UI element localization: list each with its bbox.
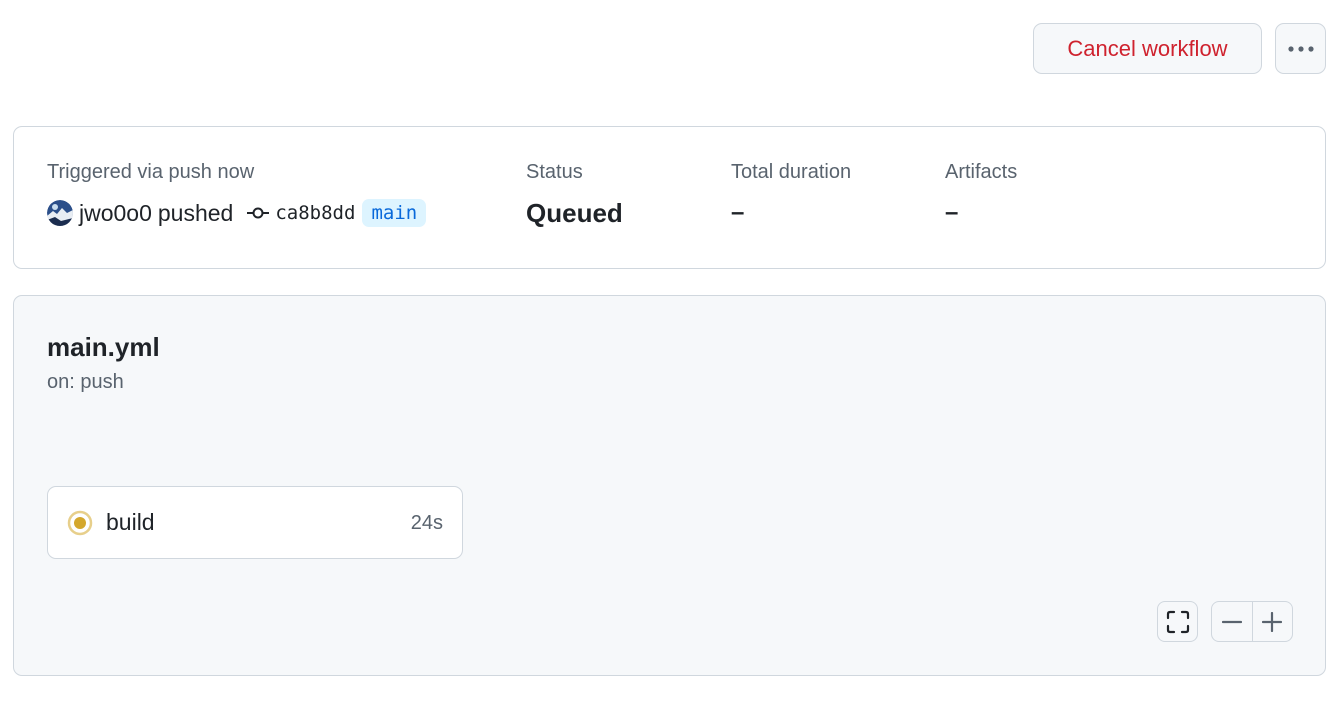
artifacts-label: Artifacts <box>945 161 1018 183</box>
actor-link[interactable]: jwo0o0 <box>79 200 152 227</box>
job-duration: 24s <box>410 512 443 534</box>
plus-icon <box>1262 611 1283 632</box>
status-column: Status Queued <box>526 161 623 228</box>
status-label: Status <box>526 161 583 183</box>
workflow-graph: main.yml on: push build 24s <box>13 295 1326 676</box>
screen-full-icon <box>1166 610 1189 633</box>
workflow-file-name: main.yml <box>47 332 160 362</box>
artifacts-column: Artifacts – <box>945 161 1017 228</box>
job-card-build[interactable]: build 24s <box>47 486 463 559</box>
trigger-label: Triggered via push now <box>47 161 255 183</box>
more-options-button[interactable] <box>1275 23 1326 74</box>
status-value: Queued <box>526 197 623 228</box>
commit-sha-link[interactable]: ca8b8dd <box>275 202 355 224</box>
queued-dot-icon <box>67 510 93 536</box>
cancel-workflow-button[interactable]: Cancel workflow <box>1033 23 1262 74</box>
zoom-out-button[interactable] <box>1212 602 1252 641</box>
trigger-column: Triggered via push now jwo0o0 pushed ca8… <box>47 161 427 228</box>
zoom-controls <box>1211 601 1293 642</box>
run-summary-card: Triggered via push now jwo0o0 pushed ca8… <box>13 126 1326 269</box>
branch-label[interactable]: main <box>362 199 427 227</box>
job-name: build <box>106 509 155 535</box>
workflow-trigger: on: push <box>47 371 124 393</box>
artifacts-value: – <box>945 199 959 226</box>
git-commit-icon <box>247 206 270 220</box>
action-text: pushed <box>157 199 234 226</box>
total-duration-value: – <box>731 199 745 226</box>
total-duration-label: Total duration <box>731 161 852 183</box>
avatar[interactable] <box>47 200 73 226</box>
minus-icon <box>1221 620 1242 623</box>
zoom-in-button[interactable] <box>1251 602 1293 641</box>
kebab-horizontal-icon <box>1287 45 1314 52</box>
duration-column: Total duration – <box>731 161 851 228</box>
fullscreen-button[interactable] <box>1157 601 1198 642</box>
